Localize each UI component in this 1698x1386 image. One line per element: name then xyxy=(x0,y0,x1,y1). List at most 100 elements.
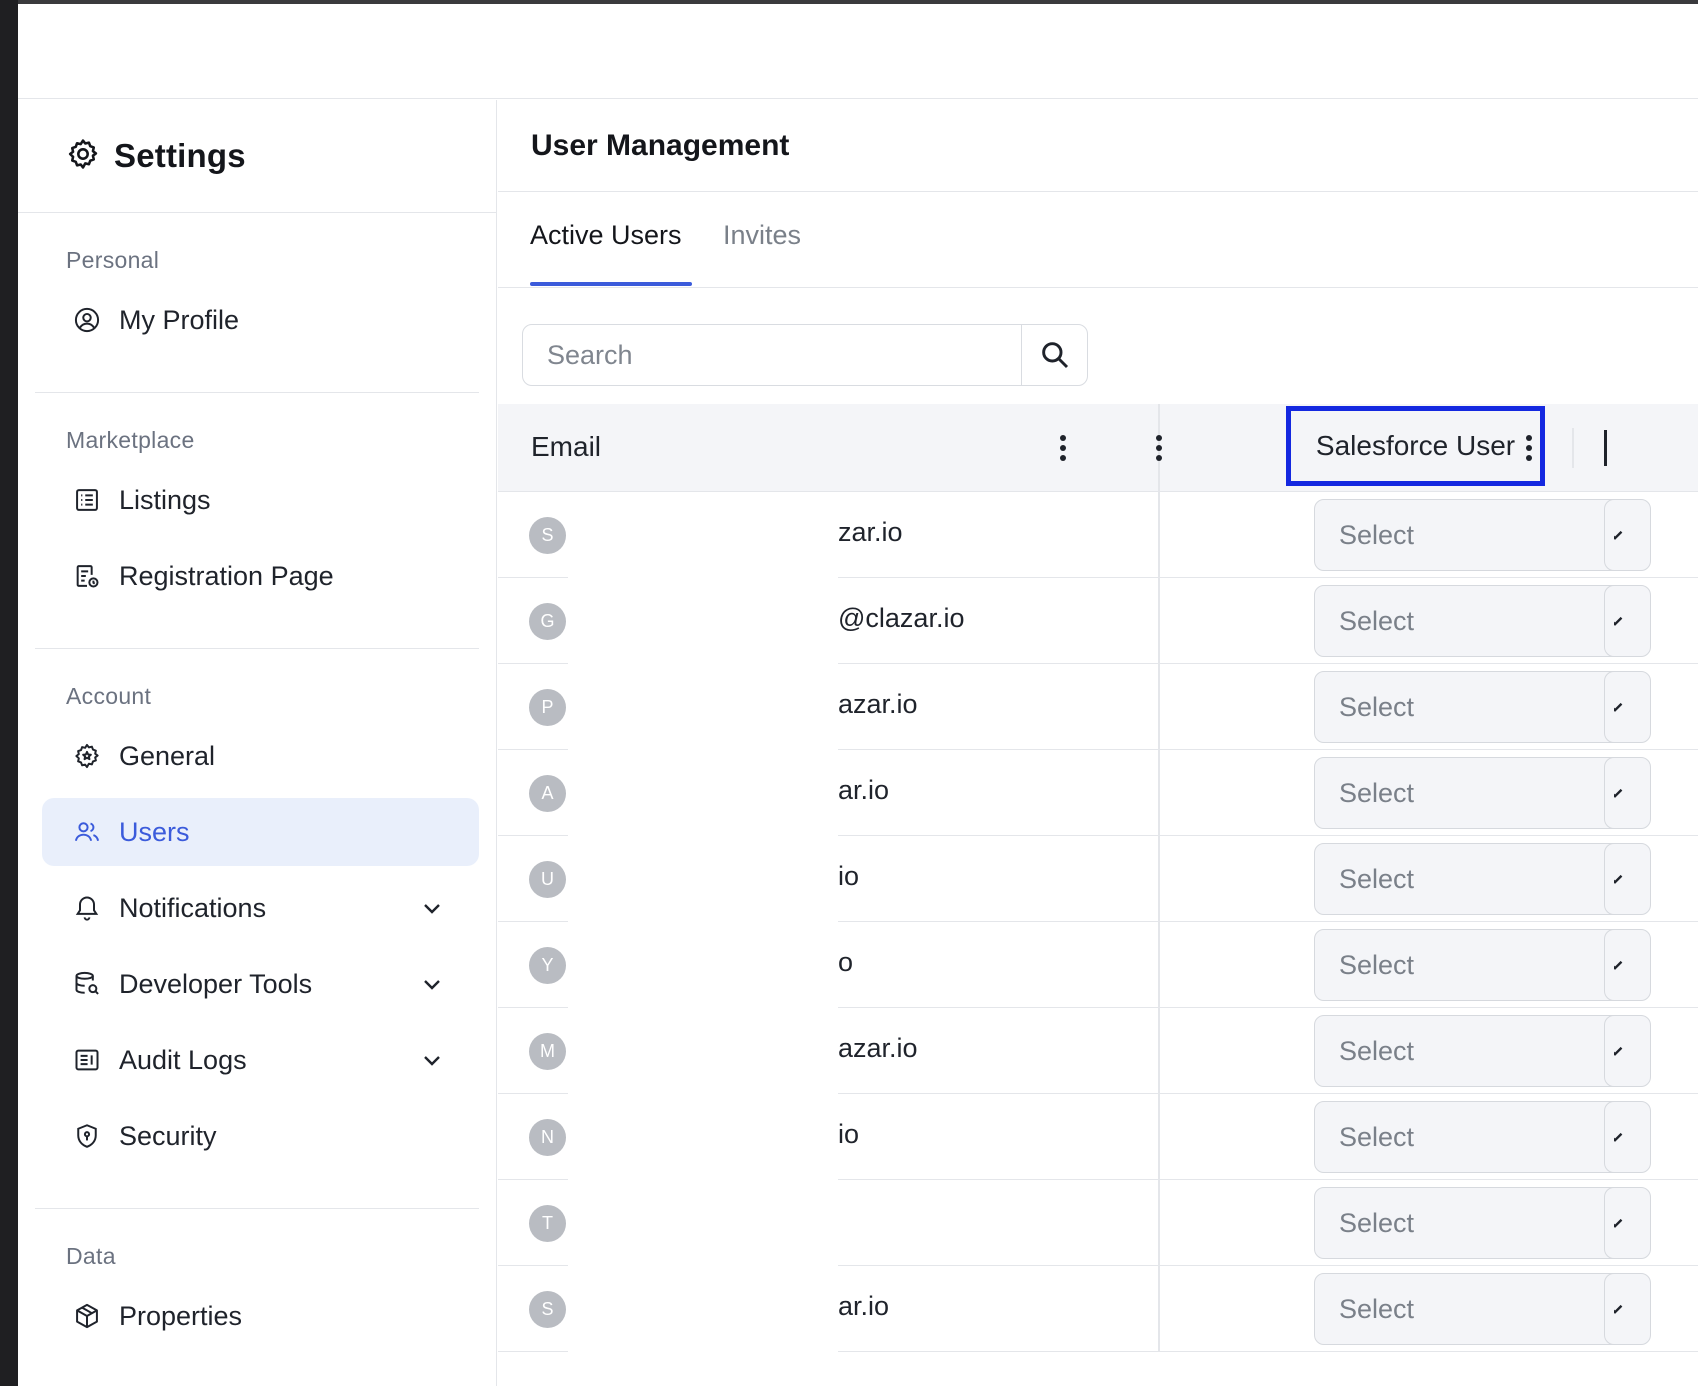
select-value: Select xyxy=(1339,1207,1415,1238)
salesforce-user-select[interactable]: Select xyxy=(1314,1187,1651,1259)
section-data: Data Properties xyxy=(35,1209,479,1386)
salesforce-user-select[interactable]: Select xyxy=(1314,671,1651,743)
email-column-menu-icon[interactable] xyxy=(1053,431,1073,465)
section-label: Data xyxy=(66,1243,116,1269)
tab-invites[interactable]: Invites xyxy=(723,220,801,251)
next-column-select-edge[interactable] xyxy=(1604,757,1614,829)
next-column-select-edge[interactable] xyxy=(1604,1187,1614,1259)
salesforce-user-select[interactable]: Select xyxy=(1314,499,1651,571)
redacted-area xyxy=(568,1266,838,1352)
salesforce-user-select[interactable]: Select xyxy=(1314,757,1651,829)
sidebar-item-notifications[interactable]: Notifications xyxy=(42,874,479,942)
column-header-salesforce-user[interactable]: Salesforce User xyxy=(1286,406,1545,486)
sidebar-header: Settings xyxy=(18,100,496,213)
column-divider xyxy=(1158,1266,1160,1352)
sidebar-item-label: Notifications xyxy=(119,892,267,923)
list-icon xyxy=(73,486,101,514)
top-bar xyxy=(18,4,1698,99)
section-marketplace: Marketplace Listings Registration Page xyxy=(35,393,479,649)
tab-active-users[interactable]: Active Users xyxy=(530,220,682,251)
salesforce-user-select[interactable]: Select xyxy=(1314,1101,1651,1173)
email-cell: azar.io xyxy=(838,1033,918,1063)
table-body: Szar.io Select G @clazar.io Select Pazar.io Se… xyxy=(498,492,1698,1352)
sidebar-item-registration-page[interactable]: Registration Page xyxy=(42,542,479,610)
select-value: Select xyxy=(1339,1293,1415,1324)
salesforce-user-select[interactable]: Select xyxy=(1314,1015,1651,1087)
salesforce-user-select[interactable]: Select xyxy=(1314,929,1651,1001)
email-cell: io xyxy=(838,1119,860,1149)
avatar: A xyxy=(529,775,566,812)
column-menu-icon[interactable] xyxy=(1149,431,1169,465)
avatar: P xyxy=(529,689,566,726)
email-cell: zar.io xyxy=(838,517,903,547)
search-box xyxy=(522,324,1088,386)
user-circle-icon xyxy=(73,306,101,334)
email-cell: ar.io xyxy=(838,1291,890,1321)
users-table: Email Salesforce User Szar.io Select G @cla… xyxy=(498,404,1698,1352)
chevron-down-icon[interactable] xyxy=(420,972,444,996)
sidebar-item-properties[interactable]: Properties xyxy=(42,1282,479,1350)
sidebar-item-label: Developer Tools xyxy=(119,968,313,999)
section-label: Marketplace xyxy=(66,427,195,453)
table-row: Pazar.io Select xyxy=(498,664,1698,750)
app-window: Settings Personal My Profile Marketplace… xyxy=(18,4,1698,1386)
next-column-edge xyxy=(1604,430,1607,466)
settings-sidebar: Settings Personal My Profile Marketplace… xyxy=(18,100,497,1386)
select-value: Select xyxy=(1339,1121,1415,1152)
avatar: U xyxy=(529,861,566,898)
search-input[interactable] xyxy=(523,325,1021,385)
avatar: N xyxy=(529,1119,566,1156)
chevron-down-icon[interactable] xyxy=(420,1048,444,1072)
select-value: Select xyxy=(1339,777,1415,808)
redacted-area xyxy=(568,922,838,1008)
next-column-select-edge[interactable] xyxy=(1604,671,1614,743)
table-row: Sar.io Select xyxy=(498,1266,1698,1352)
next-column-select-edge[interactable] xyxy=(1604,843,1614,915)
avatar: M xyxy=(529,1033,566,1070)
column-divider xyxy=(1158,1180,1160,1266)
sidebar-item-security[interactable]: Security xyxy=(42,1102,479,1170)
select-value: Select xyxy=(1339,605,1415,636)
sidebar-item-my-profile[interactable]: My Profile xyxy=(42,286,479,354)
database-search-icon xyxy=(73,970,101,998)
gear-icon xyxy=(66,137,100,176)
users-icon xyxy=(73,818,101,846)
column-divider xyxy=(1158,1008,1160,1094)
redacted-area xyxy=(568,664,838,750)
salesforce-user-select[interactable]: Select xyxy=(1314,585,1651,657)
column-divider xyxy=(1158,922,1160,1008)
tab-bar: Active Users Invites xyxy=(498,192,1698,288)
avatar: T xyxy=(529,1205,566,1242)
table-row: Szar.io Select xyxy=(498,492,1698,578)
sidebar-item-label: Users xyxy=(119,816,190,847)
sidebar-item-audit-logs[interactable]: Audit Logs xyxy=(42,1026,479,1094)
table-header: Email Salesforce User xyxy=(498,404,1698,492)
next-column-select-edge[interactable] xyxy=(1604,1015,1614,1087)
email-cell: @clazar.io xyxy=(838,603,965,633)
sidebar-item-users[interactable]: Users xyxy=(42,798,479,866)
search-button[interactable] xyxy=(1021,325,1087,385)
column-header-email[interactable]: Email xyxy=(531,431,601,463)
next-column-select-edge[interactable] xyxy=(1604,1273,1614,1345)
sidebar-item-general[interactable]: General xyxy=(42,722,479,790)
column-divider xyxy=(1158,578,1160,664)
next-column-select-edge[interactable] xyxy=(1604,499,1614,571)
next-column-select-edge[interactable] xyxy=(1604,929,1614,1001)
sidebar-item-listings[interactable]: Listings xyxy=(42,466,479,534)
salesforce-column-menu-icon[interactable] xyxy=(1519,431,1539,465)
column-divider xyxy=(1158,750,1160,836)
avatar: G xyxy=(529,603,566,640)
next-column-select-edge[interactable] xyxy=(1604,1101,1614,1173)
sidebar-title: Settings xyxy=(114,137,246,174)
select-value: Select xyxy=(1339,519,1415,550)
next-column-select-edge[interactable] xyxy=(1604,585,1614,657)
salesforce-user-select[interactable]: Select xyxy=(1314,843,1651,915)
select-value: Select xyxy=(1339,691,1415,722)
email-cell: azar.io xyxy=(838,689,918,719)
email-cell: io xyxy=(838,861,860,891)
chevron-down-icon[interactable] xyxy=(420,896,444,920)
select-value: Select xyxy=(1339,1035,1415,1066)
salesforce-user-select[interactable]: Select xyxy=(1314,1273,1651,1345)
sidebar-item-developer-tools[interactable]: Developer Tools xyxy=(42,950,479,1018)
redacted-area xyxy=(568,492,838,578)
